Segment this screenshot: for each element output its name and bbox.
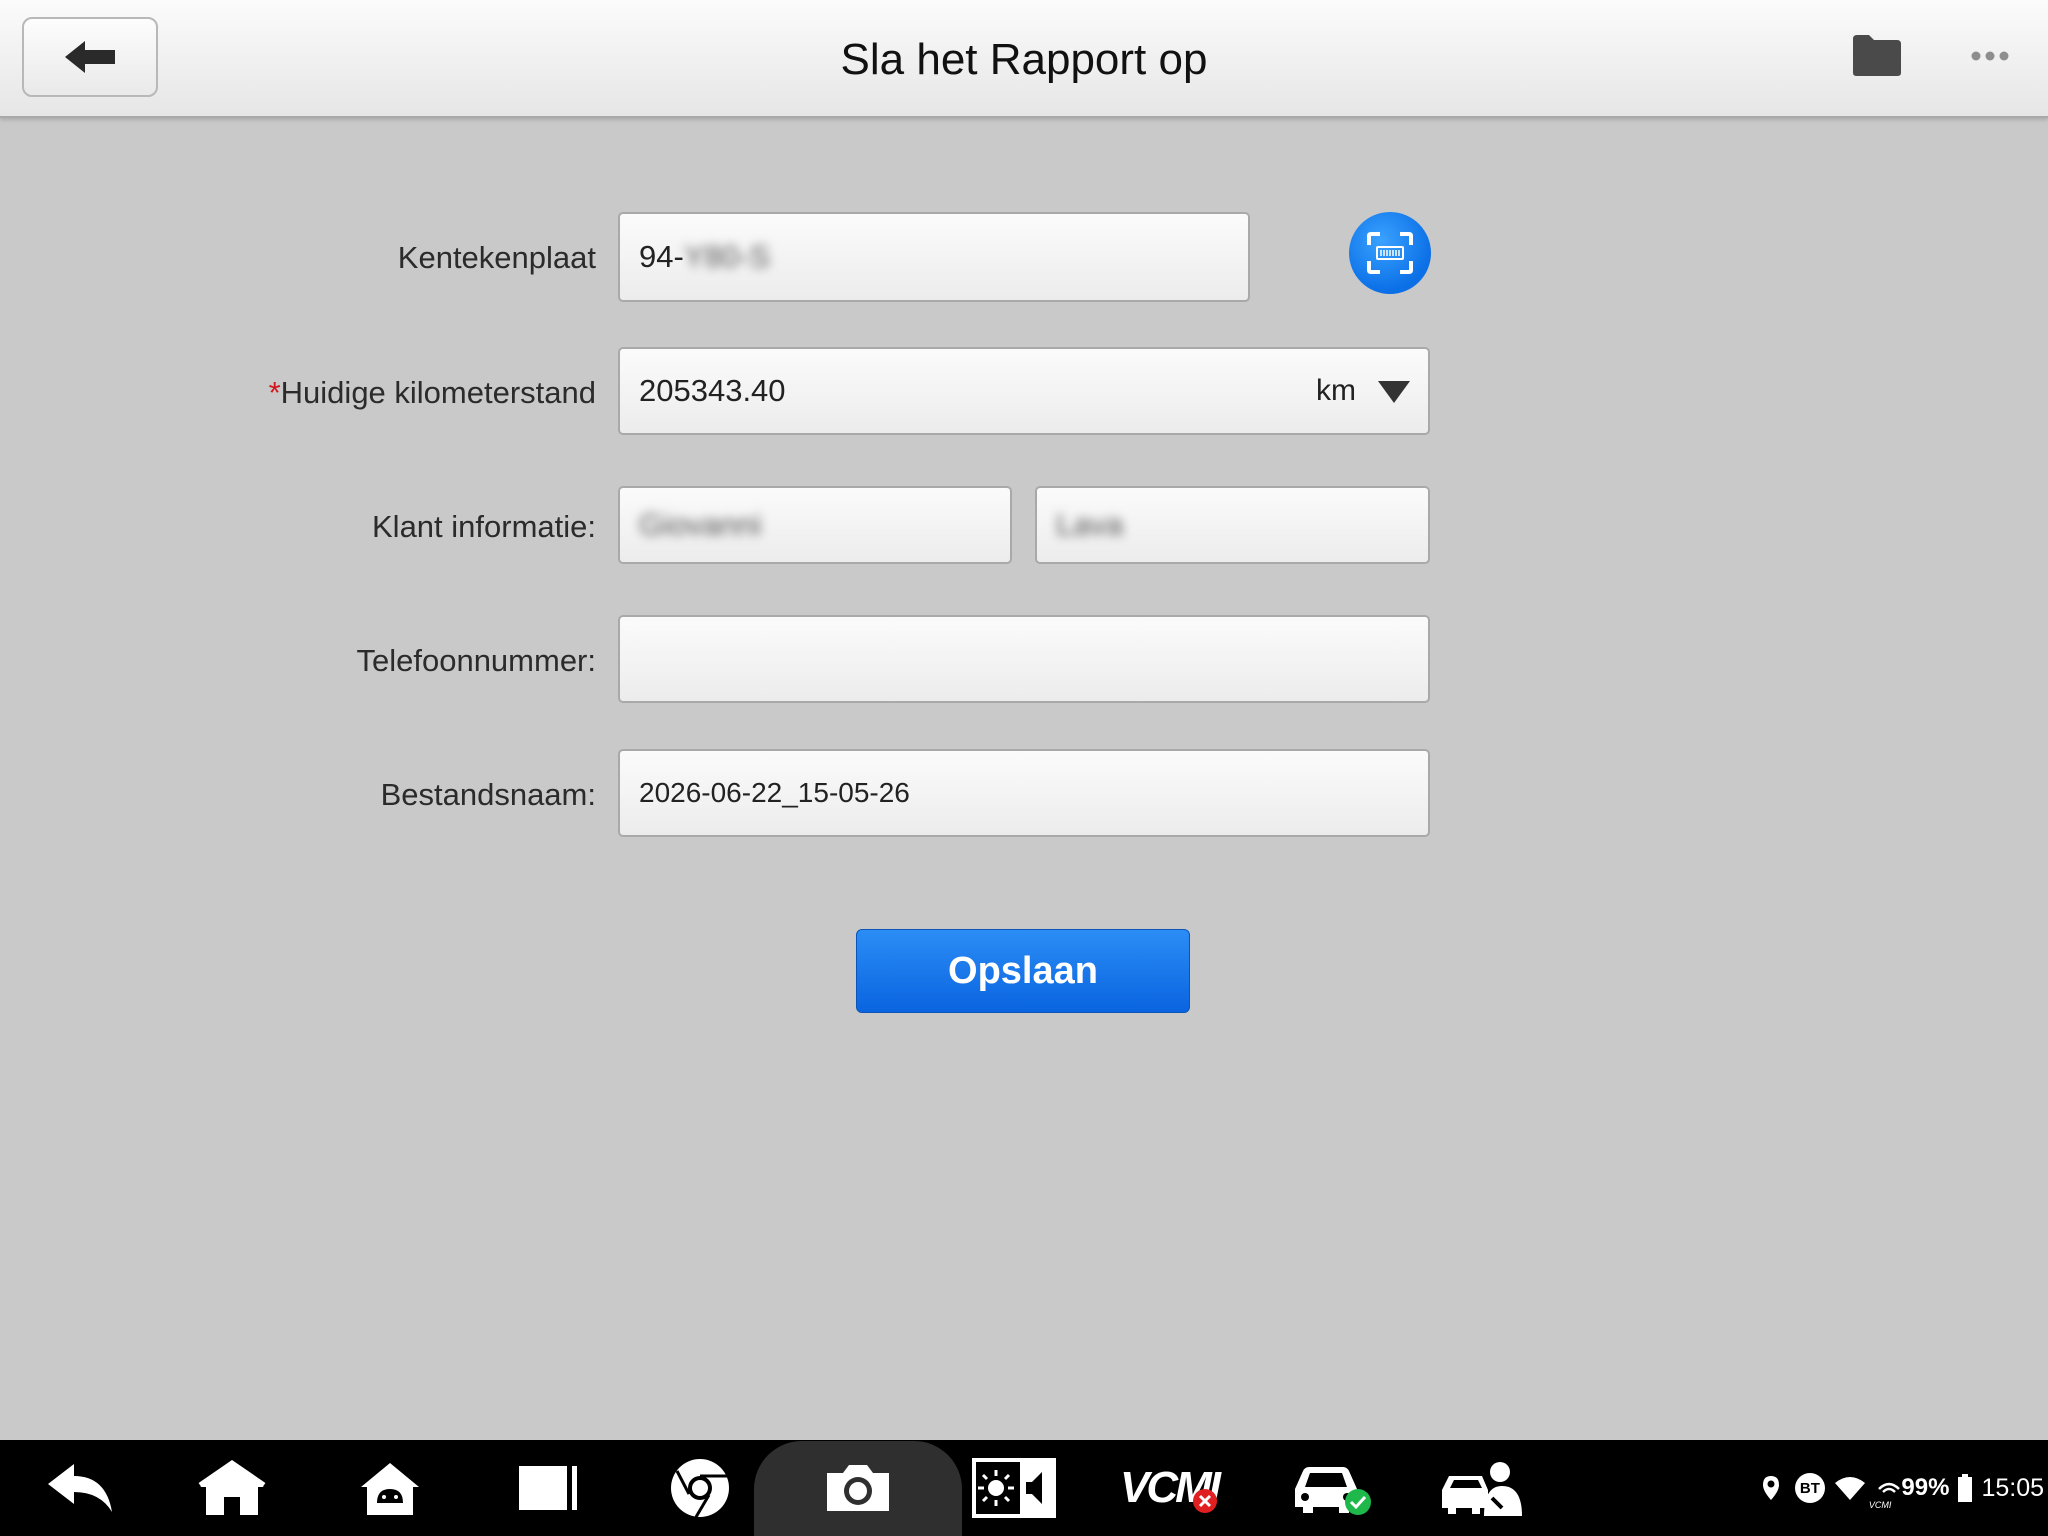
nav-home-button[interactable] <box>192 1440 272 1536</box>
status-bar: BT VCMI 99% 15:05 <box>1753 1440 2048 1536</box>
required-marker: * <box>268 375 281 410</box>
wifi-icon <box>1834 1477 1865 1500</box>
license-plate-input[interactable]: 94- Y80-S <box>618 212 1250 302</box>
nav-recents-button[interactable] <box>508 1440 588 1536</box>
android-house-icon <box>361 1463 419 1515</box>
vcmi-status-label: VCMI <box>1868 1500 1892 1510</box>
filename-label: Bestandsnaam: <box>380 777 596 812</box>
barcode-scan-icon <box>1367 232 1413 274</box>
mileage-input[interactable]: 205343.40 km <box>618 347 1430 435</box>
clock: 15:05 <box>1981 1473 2044 1502</box>
filename-input[interactable]: 2026-06-22_15-05-26 <box>618 749 1430 837</box>
brightness-volume-icon <box>972 1458 1056 1518</box>
back-icon <box>48 1464 112 1512</box>
vcmi-wifi-icon <box>1878 1482 1900 1493</box>
customer-first-name-value: Giovanni <box>639 507 762 542</box>
unit-dropdown-icon[interactable] <box>1378 381 1410 403</box>
license-plate-value: 94- <box>639 239 684 274</box>
mileage-label-text: Huidige kilometerstand <box>280 375 596 410</box>
vcmi-disconnected-icon <box>1193 1489 1217 1513</box>
customer-first-name-input[interactable]: Giovanni <box>618 486 1012 564</box>
nav-back-button[interactable] <box>40 1440 120 1536</box>
car-technician-icon <box>1442 1462 1522 1516</box>
scan-plate-button[interactable] <box>1349 212 1431 294</box>
nav-browser-button[interactable] <box>660 1440 740 1536</box>
save-button[interactable]: Opslaan <box>856 929 1190 1013</box>
nav-camera-button[interactable] <box>818 1440 898 1536</box>
customer-label: Klant informatie: <box>372 509 596 544</box>
battery-percentage: 99% <box>1901 1474 1950 1501</box>
customer-last-name-value: Lava <box>1056 507 1124 542</box>
phone-input[interactable] <box>618 615 1430 703</box>
nav-remote-expert-button[interactable] <box>1438 1440 1528 1536</box>
page-title: Sla het Rapport op <box>840 35 1208 84</box>
filename-value: 2026-06-22_15-05-26 <box>639 777 910 808</box>
app-header: Sla het Rapport op <box>0 0 2048 118</box>
phone-label: Telefoonnummer: <box>356 643 596 678</box>
mileage-unit[interactable]: km <box>1316 349 1356 433</box>
nav-android-home-button[interactable] <box>350 1440 430 1536</box>
nav-vcmi-button[interactable]: VCMI <box>1114 1440 1224 1536</box>
bluetooth-badge: BT <box>1794 1473 1825 1503</box>
customer-last-name-input[interactable]: Lava <box>1035 486 1430 564</box>
nav-brightness-volume-button[interactable] <box>972 1440 1056 1536</box>
nav-vehicle-button[interactable] <box>1276 1440 1376 1536</box>
chrome-icon <box>671 1459 729 1518</box>
vehicle-connected-icon <box>1345 1489 1371 1515</box>
camera-icon <box>827 1465 889 1511</box>
location-icon <box>1762 1476 1779 1500</box>
license-plate-label: Kentekenplaat <box>397 240 596 275</box>
recent-apps-icon <box>519 1466 577 1510</box>
license-plate-value-blurred: Y80-S <box>683 239 770 274</box>
battery-icon <box>1958 1474 1973 1502</box>
folder-icon[interactable] <box>1851 33 1903 77</box>
home-icon <box>197 1457 267 1515</box>
mileage-value: 205343.40 <box>639 373 786 408</box>
more-dots-icon[interactable] <box>1970 50 2010 62</box>
mileage-label: *Huidige kilometerstand <box>269 375 596 411</box>
